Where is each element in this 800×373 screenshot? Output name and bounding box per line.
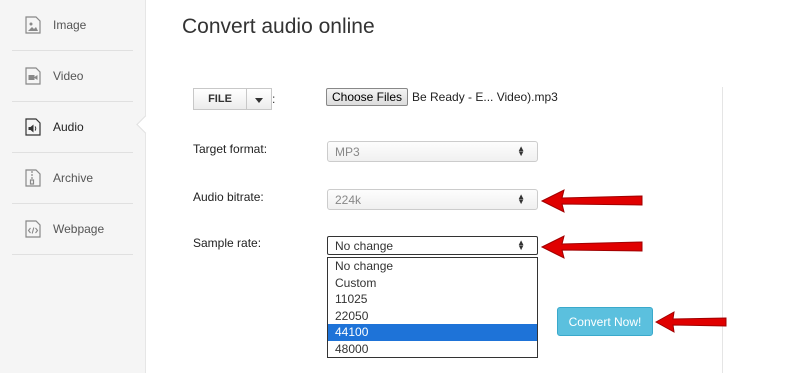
sample-rate-option[interactable]: Custom — [328, 275, 537, 292]
archive-icon — [25, 169, 41, 187]
select-arrows-icon: ▲ ▼ — [517, 192, 525, 206]
page-title: Convert audio online — [182, 15, 375, 38]
sidebar-item-audio[interactable]: Audio — [12, 102, 133, 153]
sidebar-item-label: Video — [53, 69, 84, 83]
sidebar-item-label: Webpage — [53, 222, 105, 236]
sidebar-item-image[interactable]: Image — [12, 0, 133, 51]
sample-rate-select[interactable]: No change ▲ ▼ — [327, 236, 538, 255]
sample-rate-option-highlighted[interactable]: 44100 — [328, 324, 537, 341]
sample-rate-option[interactable]: 48000 — [328, 341, 537, 358]
image-icon — [25, 16, 41, 34]
file-source-button[interactable]: FILE — [193, 88, 247, 110]
target-format-value: MP3 — [335, 144, 360, 159]
target-format-label: Target format: — [193, 142, 268, 156]
sidebar-item-video[interactable]: Video — [12, 51, 133, 102]
sidebar-item-label: Archive — [53, 171, 94, 185]
caret-down-icon — [255, 90, 263, 108]
sample-rate-option[interactable]: No change — [328, 258, 537, 275]
red-arrow-icon — [654, 311, 727, 333]
file-colon: : — [272, 92, 276, 106]
sidebar-item-label: Audio — [53, 120, 84, 134]
select-arrows-icon: ▲ ▼ — [517, 144, 525, 158]
convert-now-button[interactable]: Convert Now! — [557, 307, 653, 336]
sample-rate-label: Sample rate: — [193, 236, 262, 250]
select-arrows-icon: ▲ ▼ — [517, 238, 525, 252]
sidebar-item-label: Image — [53, 18, 87, 32]
choose-files-button[interactable]: Choose Files — [326, 88, 408, 106]
red-arrow-icon — [540, 189, 643, 213]
sample-rate-dropdown: No change Custom 11025 22050 44100 48000 — [327, 257, 538, 358]
audio-icon — [25, 118, 41, 136]
file-source-dropdown-toggle[interactable] — [246, 88, 272, 110]
audio-bitrate-label: Audio bitrate: — [193, 190, 264, 204]
webpage-icon — [25, 220, 41, 238]
sidebar-item-archive[interactable]: Archive — [12, 153, 133, 204]
sample-rate-option[interactable]: 11025 — [328, 291, 537, 308]
audio-bitrate-select[interactable]: 224k ▲ ▼ — [327, 189, 538, 210]
sample-rate-option[interactable]: 22050 — [328, 308, 537, 325]
chosen-file-name: Be Ready - E... Video).mp3 — [412, 90, 558, 104]
red-arrow-icon — [540, 235, 643, 259]
sidebar: Image Video Audio Archive Webpage — [0, 0, 146, 373]
sidebar-item-webpage[interactable]: Webpage — [12, 204, 133, 255]
sample-rate-value: No change — [335, 238, 394, 253]
video-icon — [25, 67, 41, 85]
audio-bitrate-value: 224k — [335, 192, 362, 207]
target-format-select[interactable]: MP3 ▲ ▼ — [327, 141, 538, 162]
